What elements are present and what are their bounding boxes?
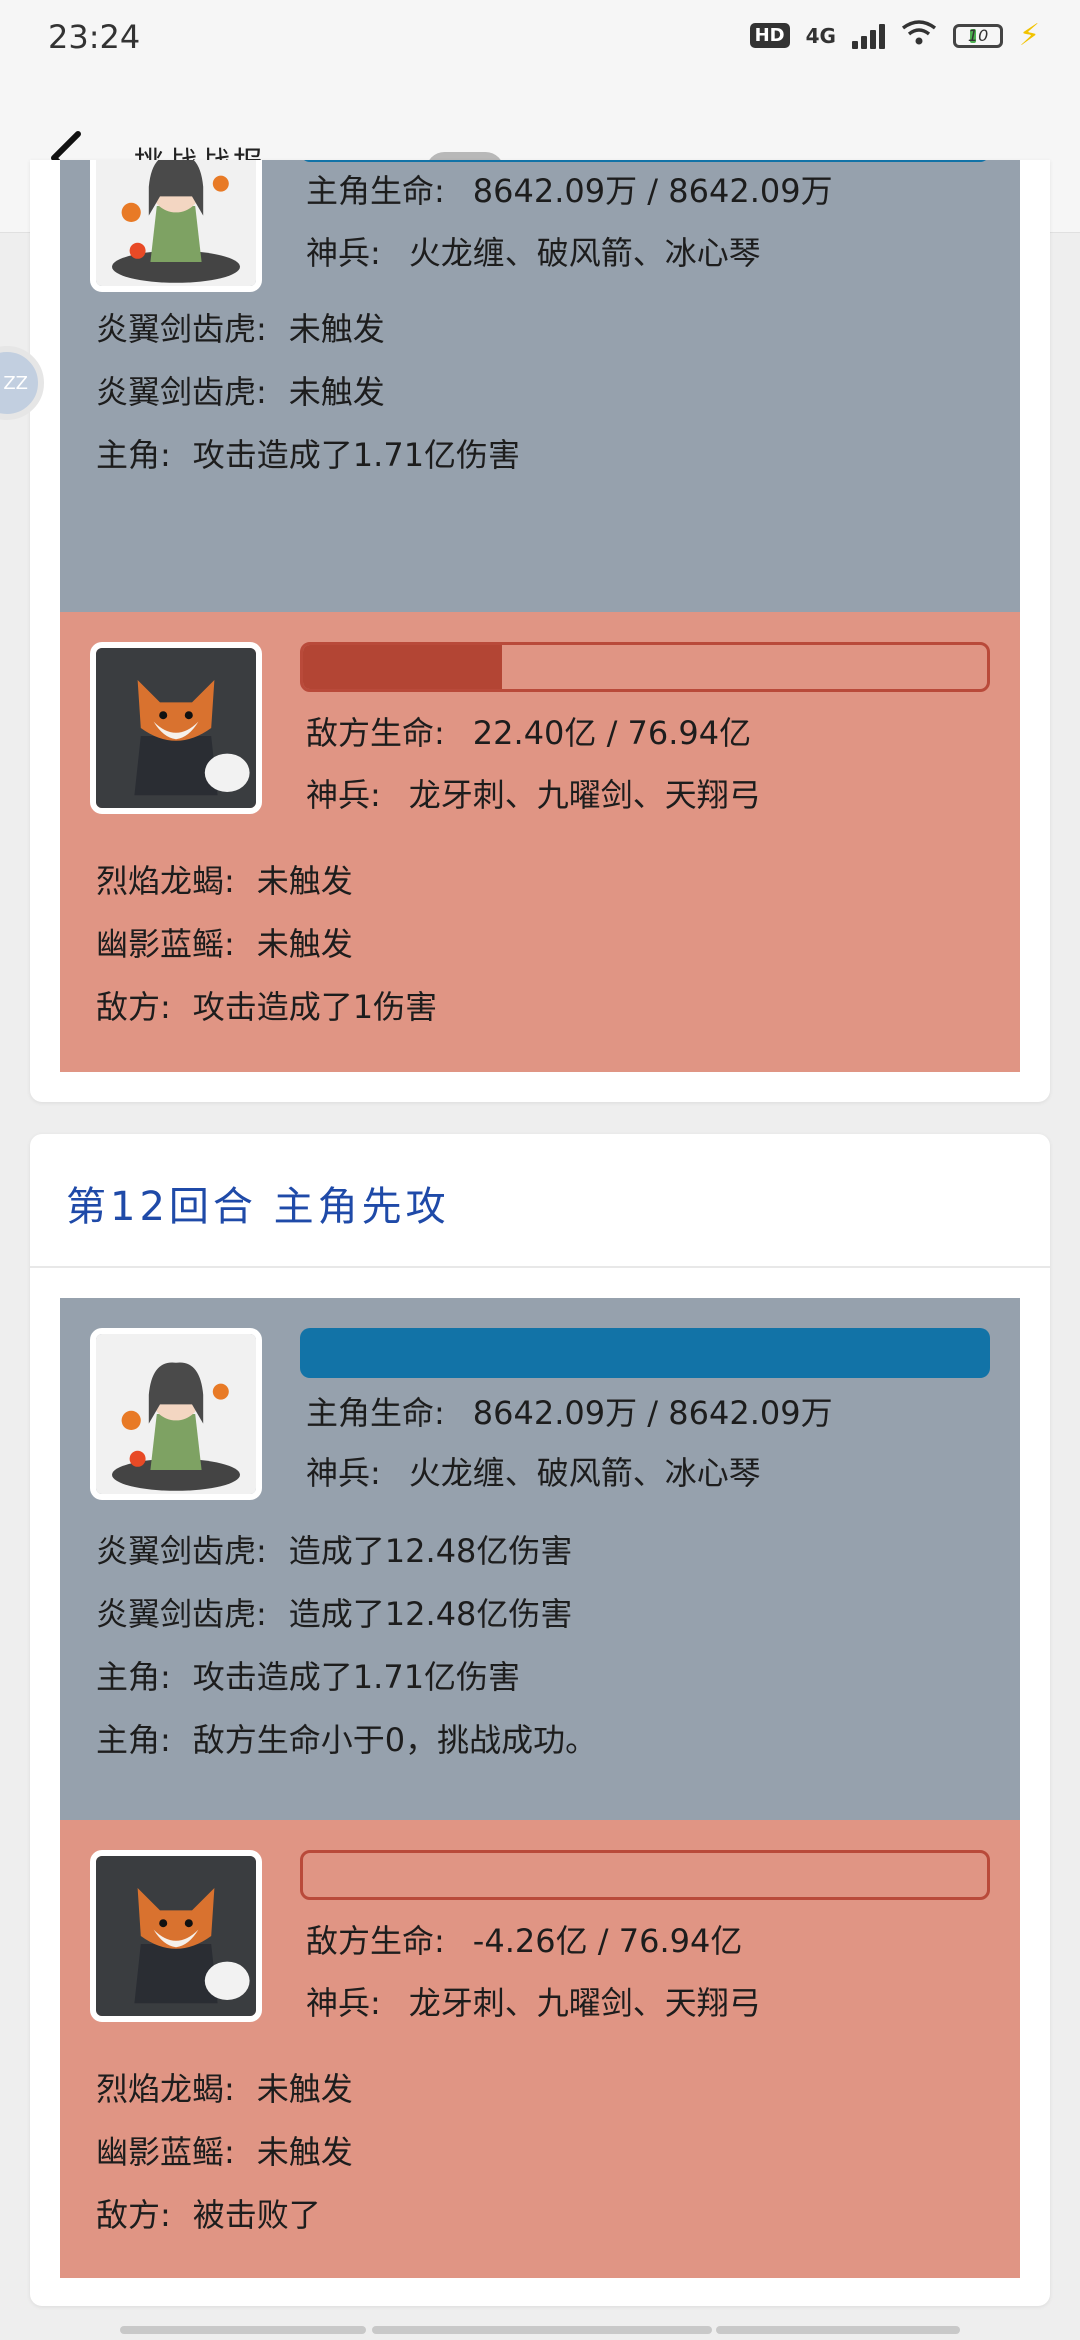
heroine-avatar-icon (96, 1334, 256, 1494)
log-actor: 炎翼剑齿虎: (96, 1595, 267, 1633)
log-actor: 炎翼剑齿虎: (96, 310, 267, 348)
heroine-avatar-icon (96, 160, 256, 286)
player-weapons-value: 火龙缠、破风箭、冰心琴 (408, 234, 761, 272)
battle-log-line: 幽影蓝鳐: 未触发 (96, 2127, 353, 2173)
enemy-hp-bar (300, 642, 990, 692)
log-actor: 幽影蓝鳐: (96, 2133, 235, 2171)
scroll-indicator (372, 2326, 712, 2334)
status-time: 23:24 (48, 18, 141, 56)
divider (30, 1266, 1050, 1268)
battle-log-line: 主角: 攻击造成了1.71亿伤害 (96, 430, 520, 476)
log-actor: 炎翼剑齿虎: (96, 373, 267, 411)
battle-log-line: 主角: 敌方生命小于0，挑战成功。 (96, 1715, 597, 1761)
log-text: 攻击造成了1伤害 (192, 988, 438, 1026)
player-hp-value: 8642.09万 / 8642.09万 (472, 1394, 833, 1432)
log-actor: 主角: (96, 436, 171, 474)
log-text: 未触发 (256, 2070, 353, 2108)
enemy-weapons-value: 龙牙刺、九曜剑、天翔弓 (408, 776, 761, 814)
enemy-hp-row: 敌方生命: 22.40亿 / 76.94亿 (306, 708, 751, 754)
battle-log-line: 幽影蓝鳐: 未触发 (96, 919, 353, 965)
battle-log-line: 炎翼剑齿虎: 未触发 (96, 367, 385, 413)
player-hp-bar (300, 1328, 990, 1378)
player-hp-fill (300, 160, 990, 162)
network-type: 4G (805, 23, 836, 48)
player-hp-label: 主角生命: (306, 1394, 445, 1432)
round-card-12: 第12回合 主角先攻 主角生命: 8642.09万 / 8642.09万 神兵: 火… (30, 1134, 1050, 2306)
enemy-weapons-label: 神兵: (306, 776, 381, 814)
player-weapons-row: 神兵: 火龙缠、破风箭、冰心琴 (306, 1448, 761, 1494)
battle-log-line: 炎翼剑齿虎: 未触发 (96, 304, 385, 350)
enemy-hp-label: 敌方生命: (306, 1922, 445, 1960)
log-text: 造成了12.48亿伤害 (288, 1532, 573, 1570)
log-actor: 主角: (96, 1658, 171, 1696)
enemy-hp-fill (303, 645, 503, 689)
player-weapons-label: 神兵: (306, 1454, 381, 1492)
log-text: 未触发 (288, 310, 385, 348)
player-hp-row: 主角生命: 8642.09万 / 8642.09万 (306, 166, 833, 212)
enemy-weapons-row: 神兵: 龙牙刺、九曜剑、天翔弓 (306, 770, 761, 816)
signal-icon (851, 23, 885, 49)
wifi-icon (901, 19, 937, 53)
enemy-hp-value: -4.26亿 / 76.94亿 (472, 1922, 743, 1960)
fox-warrior-avatar-icon (96, 648, 256, 808)
enemy-weapons-row: 神兵: 龙牙刺、九曜剑、天翔弓 (306, 1978, 761, 2024)
log-actor: 敌方: (96, 988, 171, 1026)
log-actor: 烈焰龙蝎: (96, 2070, 235, 2108)
log-actor: 敌方: (96, 2196, 171, 2234)
player-hp-row: 主角生命: 8642.09万 / 8642.09万 (306, 1388, 833, 1434)
log-text: 攻击造成了1.71亿伤害 (192, 436, 521, 474)
battle-log-line: 敌方: 被击败了 (96, 2190, 321, 2236)
status-bar: 23:24 HD 4G 10 ⚡ (0, 0, 1080, 80)
battery-level: 10 (967, 26, 989, 45)
player-weapons-value: 火龙缠、破风箭、冰心琴 (408, 1454, 761, 1492)
player-hp-bar (300, 160, 990, 162)
enemy-hp-label: 敌方生命: (306, 714, 445, 752)
enemy-hp-row: 敌方生命: -4.26亿 / 76.94亿 (306, 1916, 742, 1962)
round-title: 第12回合 主角先攻 (66, 1184, 450, 1230)
battle-log-line: 炎翼剑齿虎: 造成了12.48亿伤害 (96, 1589, 572, 1635)
enemy-panel: 敌方生命: 22.40亿 / 76.94亿 神兵: 龙牙刺、九曜剑、天翔弓 烈焰龙蝎… (60, 612, 1020, 1072)
player-avatar (90, 160, 262, 292)
log-text: 造成了12.48亿伤害 (288, 1595, 573, 1633)
round-card-previous: 主角生命: 8642.09万 / 8642.09万 神兵: 火龙缠、破风箭、冰心琴 … (30, 160, 1050, 1102)
log-text: 攻击造成了1.71亿伤害 (192, 1658, 521, 1696)
player-panel: 主角生命: 8642.09万 / 8642.09万 神兵: 火龙缠、破风箭、冰心琴 … (60, 160, 1020, 612)
fox-warrior-avatar-icon (96, 1856, 256, 2016)
enemy-avatar (90, 642, 262, 814)
log-text: 被击败了 (192, 2196, 321, 2234)
log-actor: 主角: (96, 1721, 171, 1759)
enemy-hp-value: 22.40亿 / 76.94亿 (472, 714, 752, 752)
battle-log-line: 炎翼剑齿虎: 造成了12.48亿伤害 (96, 1526, 572, 1572)
log-text: 未触发 (256, 862, 353, 900)
log-text: 未触发 (256, 2133, 353, 2171)
charging-icon: ⚡ (1018, 18, 1040, 53)
player-weapons-label: 神兵: (306, 234, 381, 272)
player-weapons-row: 神兵: 火龙缠、破风箭、冰心琴 (306, 228, 761, 274)
log-actor: 炎翼剑齿虎: (96, 1532, 267, 1570)
battle-log-line: 敌方: 攻击造成了1伤害 (96, 982, 437, 1028)
hd-icon: HD (749, 23, 790, 48)
enemy-weapons-label: 神兵: (306, 1984, 381, 2022)
log-text: 未触发 (288, 373, 385, 411)
enemy-panel: 敌方生命: -4.26亿 / 76.94亿 神兵: 龙牙刺、九曜剑、天翔弓 烈焰龙蝎… (60, 1820, 1020, 2278)
scroll-indicator (120, 2326, 366, 2334)
status-icons: HD 4G 10 ⚡ (749, 18, 1040, 53)
battery-icon: 10 (952, 23, 1003, 48)
log-actor: 幽影蓝鳐: (96, 925, 235, 963)
battle-log-line: 主角: 攻击造成了1.71亿伤害 (96, 1652, 520, 1698)
log-actor: 烈焰龙蝎: (96, 862, 235, 900)
enemy-avatar (90, 1850, 262, 2022)
player-hp-fill (300, 1328, 990, 1378)
player-panel: 主角生命: 8642.09万 / 8642.09万 神兵: 火龙缠、破风箭、冰心琴 … (60, 1298, 1020, 1820)
player-hp-label: 主角生命: (306, 172, 445, 210)
player-avatar (90, 1328, 262, 1500)
log-text: 未触发 (256, 925, 353, 963)
scroll-indicator (716, 2326, 960, 2334)
battle-log-line: 烈焰龙蝎: 未触发 (96, 856, 353, 902)
battle-log-line: 烈焰龙蝎: 未触发 (96, 2064, 353, 2110)
log-text: 敌方生命小于0，挑战成功。 (192, 1721, 598, 1759)
player-hp-value: 8642.09万 / 8642.09万 (472, 172, 833, 210)
enemy-hp-bar (300, 1850, 990, 1900)
enemy-weapons-value: 龙牙刺、九曜剑、天翔弓 (408, 1984, 761, 2022)
